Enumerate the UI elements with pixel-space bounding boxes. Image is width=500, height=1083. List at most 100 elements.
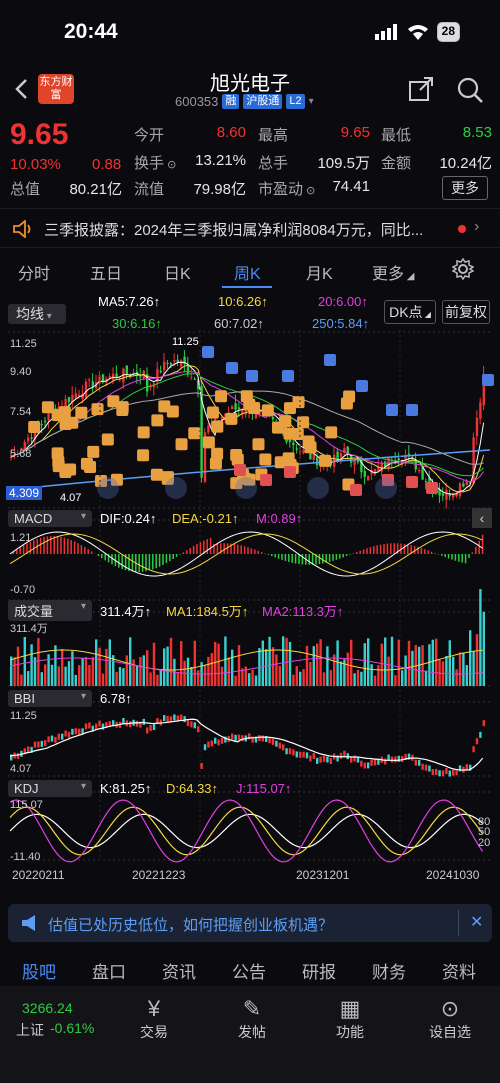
index-value[interactable]: 3266.24 xyxy=(22,1000,73,1016)
signal-marker xyxy=(137,449,150,462)
bbi-selector[interactable]: BBI ▾ xyxy=(8,690,92,707)
volume-bar xyxy=(472,651,475,686)
share-icon[interactable] xyxy=(408,76,434,102)
volume-value: 109.5万 xyxy=(317,155,370,172)
volume-bar xyxy=(407,640,411,686)
volume-bar xyxy=(224,636,227,686)
volume-bar xyxy=(197,670,200,686)
tab-more[interactable]: 更多 ◢ xyxy=(372,260,414,284)
bbi-candle xyxy=(305,752,309,759)
volume-bar xyxy=(101,673,105,686)
high-value: 9.65 xyxy=(340,124,370,141)
bbi-candle xyxy=(61,733,64,740)
volume-bar xyxy=(91,656,94,686)
volume-bar xyxy=(469,630,472,686)
candle-body xyxy=(397,458,400,461)
watchlist-button[interactable]: ⊙ 设自选 xyxy=(420,996,480,1042)
post-button[interactable]: ✎ 发帖 xyxy=(222,996,282,1042)
close-icon[interactable]: ✕ xyxy=(470,912,483,932)
tab-weekly-k[interactable]: 周K xyxy=(234,260,261,284)
candle-body xyxy=(441,493,445,496)
watchlist-label: 设自选 xyxy=(429,1024,471,1040)
gear-icon[interactable] xyxy=(452,258,474,280)
collapse-chevron-icon[interactable]: ‹ xyxy=(472,508,492,528)
volume-bar xyxy=(180,641,183,686)
volume-bar xyxy=(186,657,190,686)
announcement-bar[interactable]: 三季报披露：2024年三季报归属净利润8084万元，同比... › xyxy=(0,208,500,248)
kdj-selector[interactable]: KDJ ▾ xyxy=(8,780,92,797)
macd-selector[interactable]: MACD ▾ xyxy=(8,510,92,527)
bbi-candle xyxy=(329,757,332,764)
volume-bar xyxy=(390,636,394,686)
bbi-candle xyxy=(166,715,169,722)
volume-bar xyxy=(152,642,156,686)
tab-forum[interactable]: 股吧 xyxy=(22,958,56,983)
low-price-label: 4.07 xyxy=(60,492,82,504)
bbi-candle xyxy=(200,763,203,770)
chevron-right-icon[interactable]: › xyxy=(474,218,479,236)
tab-daily-k[interactable]: 日K xyxy=(164,260,191,284)
tab-news[interactable]: 资讯 xyxy=(162,958,196,983)
tab-financials[interactable]: 财务 xyxy=(372,958,406,983)
signal-marker xyxy=(271,421,284,434)
volume-bar xyxy=(95,639,98,686)
bbi-candle xyxy=(367,762,370,769)
bbi-candle xyxy=(353,755,356,762)
tab-intraday[interactable]: 分时 xyxy=(18,260,50,284)
chart-nav-circle xyxy=(375,477,397,499)
signal-marker xyxy=(225,412,238,425)
adjust-button[interactable]: 前复权 xyxy=(442,300,490,324)
bbi-candle xyxy=(322,755,326,762)
candle-body xyxy=(207,425,210,433)
buy-marker xyxy=(284,466,296,478)
volume-bar xyxy=(159,670,162,686)
signal-marker xyxy=(325,426,338,439)
volume-bar xyxy=(108,639,111,686)
sell-marker xyxy=(356,380,368,392)
search-icon[interactable] xyxy=(456,76,484,104)
trade-button[interactable]: ¥ 交易 xyxy=(124,996,184,1042)
functions-button[interactable]: ▦ 功能 xyxy=(320,996,380,1042)
candle-body xyxy=(180,360,183,367)
dk-point-button[interactable]: DK点 ◢ xyxy=(384,300,436,324)
bbi-candle xyxy=(217,739,220,746)
volume-bar xyxy=(98,647,101,686)
bbi-candle xyxy=(482,720,485,727)
bbi-candle xyxy=(84,723,88,730)
volume-header: 成交量 ▾ 311.4万↑ MA1:184.5万↑ MA2:113.3万↑ xyxy=(0,598,500,621)
bbi-candle xyxy=(299,751,302,758)
more-button[interactable]: 更多 xyxy=(442,176,488,200)
tab-5day[interactable]: 五日 xyxy=(90,260,122,284)
change-amount: 0.88 xyxy=(92,156,122,173)
volume-bar xyxy=(237,645,241,686)
volume-bar xyxy=(482,611,485,686)
tab-orderbook[interactable]: 盘口 xyxy=(92,958,126,983)
ma30-label: 30:6.16↑ xyxy=(112,316,162,331)
bbi-candle xyxy=(50,735,54,742)
tab-announcements[interactable]: 公告 xyxy=(232,958,266,983)
tab-research[interactable]: 研报 xyxy=(302,958,336,983)
volume-bar xyxy=(81,658,84,686)
signal-marker xyxy=(64,463,77,476)
sell-marker xyxy=(282,370,294,382)
chevron-down-icon[interactable]: ▾ xyxy=(309,96,314,107)
tab-profile[interactable]: 资料 xyxy=(442,958,476,983)
volume-bar xyxy=(275,654,278,686)
tab-monthly-k[interactable]: 月K xyxy=(306,260,333,284)
candle-body xyxy=(292,442,295,445)
signal-marker xyxy=(261,404,274,417)
divider xyxy=(458,910,459,936)
volume-bar xyxy=(112,655,115,686)
ma-selector[interactable]: 均线 ▾ xyxy=(8,304,66,324)
candle-body xyxy=(418,470,421,472)
float-value: 79.98亿 xyxy=(193,181,246,198)
volume-bar xyxy=(234,675,237,686)
quote-panel: 9.65 10.03% 0.88 总值 80.21亿 今开 8.60 最高 9.… xyxy=(0,116,500,202)
volume-ma1: MA1:184.5万↑ xyxy=(166,604,249,619)
tag-level2: L2 xyxy=(286,94,305,109)
kdj-j: J:115.07↑ xyxy=(236,781,292,796)
promo-banner[interactable]: 估值已处历史低位，如何把握创业板机遇？ ✕ xyxy=(8,904,492,942)
candle-body xyxy=(475,417,479,437)
more-dots-icon: ⊙ xyxy=(440,996,460,1021)
volume-selector[interactable]: 成交量 ▾ xyxy=(8,600,92,621)
